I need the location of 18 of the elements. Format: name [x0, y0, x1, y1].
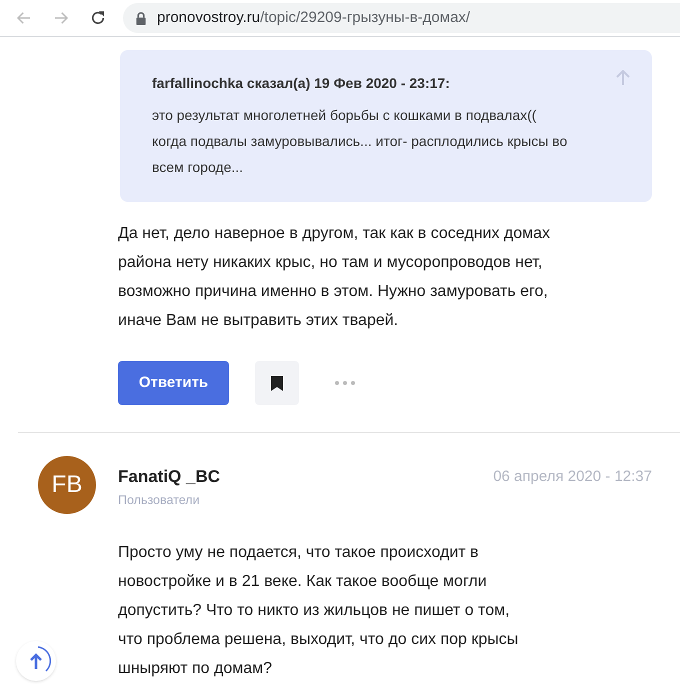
avatar: FB — [38, 456, 96, 514]
reply-text: Да нет, дело наверное в другом, так как в соседних домах района нету никаких крыс, но там и мусоропроводов нет, возможно причина именно в этом. Нужно замуровать его, иначе Вам не вытравить этих тварей. — [118, 224, 552, 331]
scroll-top-button[interactable] — [16, 641, 56, 681]
post-date: 06 апреля 2020 - 12:37 — [493, 467, 652, 487]
bookmark-button[interactable] — [255, 361, 299, 405]
post-text: Просто уму не подается, что такое происходит в новостройке и в 21 веке. Как такое вообще могли допустить? Что то никто из жильцов не пишет о том, что проблема решена, выходит, что до сих пор крысы шныряют по домам? — [118, 543, 520, 679]
url-text: pronovostroy.ru/topic/29209-грызуны-в-домах/ — [157, 8, 470, 28]
more-icon[interactable] — [335, 381, 355, 385]
author-name[interactable]: FanatiQ _BC — [118, 464, 220, 490]
arrow-up-icon[interactable] — [616, 70, 630, 86]
quote-text: это результат многолетней борьбы с кошками в подвалах(( когда подвалы замуровывались... итог- расплодились крысы во всем городе... — [152, 106, 568, 177]
quote-header: farfallinochka сказал(а) 19 Фев 2020 - 23:17: — [152, 74, 450, 93]
reload-icon[interactable] — [89, 9, 107, 27]
user-group: Пользователи — [118, 490, 220, 510]
bookmark-icon — [271, 376, 283, 390]
reply-button[interactable]: Ответить — [118, 361, 229, 405]
lock-icon — [135, 12, 147, 24]
address-bar[interactable]: pronovostroy.ru/topic/29209-грызуны-в-домах/ — [123, 3, 680, 33]
